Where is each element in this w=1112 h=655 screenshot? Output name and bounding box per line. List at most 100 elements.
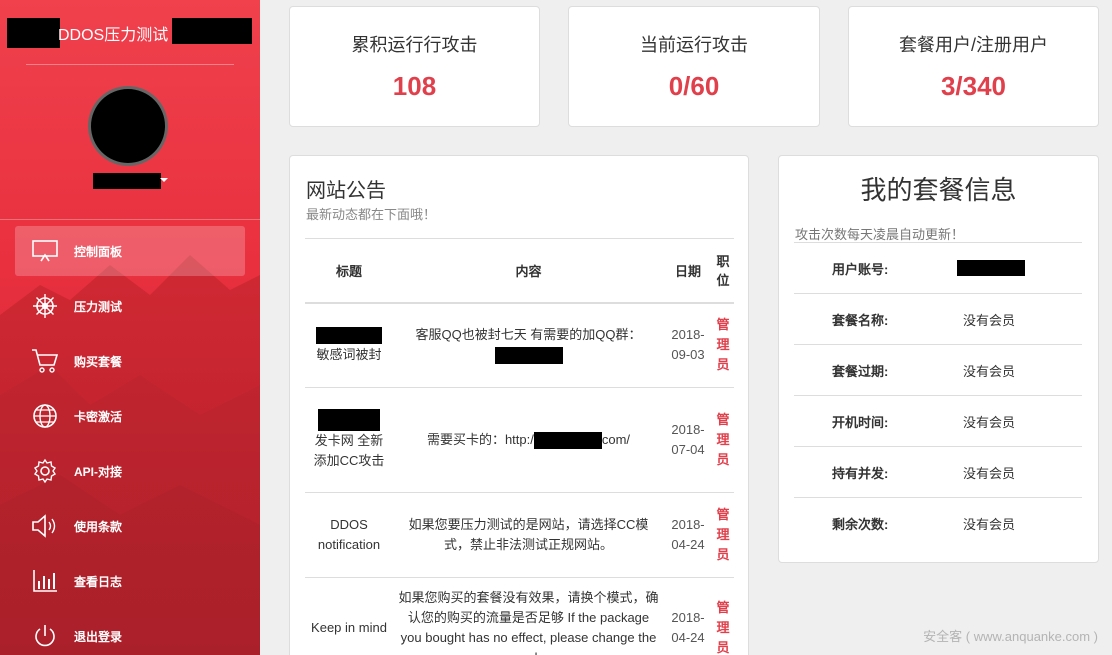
announcement-role: 管理员 — [712, 387, 734, 493]
table-row: Keep in mind 如果您购买的套餐没有效果，请换个模式，确认您的购买的流… — [305, 577, 734, 655]
stat-value: 3/340 — [940, 71, 1007, 101]
sidebar-item-buy-package[interactable]: 购买套餐 — [15, 336, 245, 386]
bar-chart-icon — [29, 565, 61, 597]
sidebar-item-label: 卡密激活 — [74, 409, 123, 424]
announcement-content-cell: 客服QQ也被封七天 有需要的加QQ群： — [393, 302, 664, 388]
brand-title: DDOS压力测试 — [58, 27, 169, 44]
package-row-name: 套餐名称: 没有会员 — [794, 293, 1082, 344]
stat-title: 套餐用户/注册用户 — [898, 35, 1048, 55]
announcement-date: 2018-04-24 — [664, 492, 712, 578]
package-row-expiry: 套餐过期: 没有会员 — [794, 344, 1082, 395]
panel-title: 网站公告 — [306, 180, 386, 202]
sidebar: DDOS压力测试 控制面板 压力测试 购买套餐 卡密激活 API-对接 使用条款… — [0, 0, 260, 655]
sidebar-item-label: 控制面板 — [74, 244, 123, 259]
divider — [26, 64, 234, 65]
redacted-block — [494, 347, 563, 365]
package-row-concurrency: 持有并发: 没有会员 — [794, 446, 1082, 497]
brand[interactable]: DDOS压力测试 — [0, 16, 260, 48]
redacted-block — [533, 432, 602, 450]
announcement-date: 2018-04-24 — [664, 577, 712, 655]
package-value: 没有会员 — [963, 414, 1016, 430]
announcement-role: 管理员 — [712, 577, 734, 655]
monitor-icon — [29, 235, 61, 267]
shopping-cart-icon — [29, 345, 61, 377]
announcement-table: 标题 内容 日期 职位 敏感词被封 客服QQ也被封七天 有需要的加QQ群： 20… — [305, 238, 734, 655]
package-row-account: 用户账号: — [794, 242, 1082, 293]
package-key: 开机时间: — [832, 414, 889, 430]
sidebar-item-logs[interactable]: 查看日志 — [15, 556, 245, 606]
package-value: 没有会员 — [963, 363, 1016, 379]
redacted-block — [318, 409, 380, 431]
column-header: 标题 — [305, 238, 393, 304]
avatar[interactable] — [88, 86, 168, 166]
package-note: 攻击次数每天凌晨自动更新！ — [795, 227, 965, 242]
announcement-content-cell: 需要买卡的：http:/ com/ — [393, 387, 664, 493]
sidebar-item-api[interactable]: API-对接 — [15, 446, 245, 496]
redacted-username[interactable] — [93, 173, 161, 189]
column-header: 内容 — [393, 238, 664, 304]
ship-wheel-icon — [29, 290, 61, 322]
sidebar-item-dashboard[interactable]: 控制面板 — [15, 226, 245, 276]
watermark: 安全客 ( www.anquanke.com ) — [923, 629, 1098, 644]
divider — [0, 219, 260, 220]
announcement-date: 2018-07-04 — [664, 387, 712, 493]
table-row: 敏感词被封 客服QQ也被封七天 有需要的加QQ群： 2018-09-03 管理员 — [305, 302, 734, 388]
package-key: 用户账号: — [832, 261, 889, 277]
announcement-title: Keep in mind — [305, 577, 393, 655]
table-header-row: 标题 内容 日期 职位 — [305, 238, 734, 304]
redacted-block — [172, 18, 252, 44]
sidebar-item-terms[interactable]: 使用条款 — [15, 501, 245, 551]
column-header: 职位 — [712, 238, 734, 304]
sidebar-item-label: 退出登录 — [74, 629, 123, 644]
sidebar-item-logout[interactable]: 退出登录 — [15, 611, 245, 655]
panel-title: 我的套餐信息 — [860, 175, 1017, 205]
announcement-title-cell: 发卡网 全新添加CC攻击 — [305, 387, 393, 493]
announcement-date: 2018-09-03 — [664, 302, 712, 388]
stat-value: 0/60 — [668, 71, 720, 101]
package-panel: 我的套餐信息 攻击次数每天凌晨自动更新！ 用户账号: 套餐名称: 没有会员 套餐… — [778, 155, 1099, 563]
announcement-content: 如果您购买的套餐没有效果，请换个模式，确认您的购买的流量是否足够 If the … — [393, 577, 664, 655]
announcement-panel: 网站公告 最新动态都在下面哦！ 标题 内容 日期 职位 敏感词被封 客服QQ也被… — [289, 155, 749, 655]
package-key: 套餐过期: — [832, 363, 889, 379]
stat-title: 当前运行攻击 — [640, 35, 748, 55]
speaker-icon — [29, 510, 61, 542]
package-value: 没有会员 — [963, 312, 1016, 328]
announcement-title-cell: 敏感词被封 — [305, 302, 393, 388]
package-value: 没有会员 — [963, 516, 1016, 532]
sidebar-item-stress-test[interactable]: 压力测试 — [15, 281, 245, 331]
power-icon — [29, 620, 61, 652]
stat-card-users: 套餐用户/注册用户 3/340 — [848, 6, 1099, 127]
table-row: DDOS notification 如果您要压力测试的是网站，请选择CC模式，禁… — [305, 492, 734, 578]
package-key: 持有并发: — [832, 465, 889, 481]
package-row-remaining: 剩余次数: 没有会员 — [794, 497, 1082, 548]
sidebar-item-label: 查看日志 — [74, 574, 123, 589]
package-key: 剩余次数: — [832, 516, 889, 532]
stat-value: 108 — [392, 71, 437, 101]
redacted-block — [957, 260, 1025, 276]
announcement-content: 如果您要压力测试的是网站，请选择CC模式，禁止非法测试正规网站。 — [393, 492, 664, 578]
gear-icon — [29, 455, 61, 487]
announcement-content: 需要买卡的：http:/ — [426, 432, 534, 447]
redacted-block — [7, 18, 60, 48]
announcement-title: DDOS notification — [305, 492, 393, 578]
sidebar-item-label: 压力测试 — [74, 299, 123, 314]
table-row: 发卡网 全新添加CC攻击 需要买卡的：http:/ com/ 2018-07-04… — [305, 387, 734, 493]
panel-subtitle: 最新动态都在下面哦！ — [306, 207, 437, 222]
package-row-boot-time: 开机时间: 没有会员 — [794, 395, 1082, 446]
announcement-role: 管理员 — [712, 302, 734, 388]
redacted-block — [316, 327, 382, 345]
stat-card-total-attacks: 累积运行行攻击 108 — [289, 6, 540, 127]
sidebar-item-label: 购买套餐 — [74, 354, 123, 369]
announcement-role: 管理员 — [712, 492, 734, 578]
announcement-title: 敏感词被封 — [316, 347, 382, 363]
chevron-down-icon[interactable] — [160, 178, 168, 182]
globe-icon — [29, 400, 61, 432]
stat-title: 累积运行行攻击 — [351, 35, 478, 55]
announcement-content-suffix: com/ — [601, 432, 631, 447]
announcement-content: 客服QQ也被封七天 有需要的加QQ群： — [415, 327, 642, 343]
sidebar-item-label: API-对接 — [74, 464, 123, 479]
stat-card-running-attacks: 当前运行攻击 0/60 — [568, 6, 820, 127]
sidebar-item-card-activation[interactable]: 卡密激活 — [15, 391, 245, 441]
package-value: 没有会员 — [963, 465, 1016, 481]
announcement-title: 发卡网 全新添加CC攻击 — [313, 433, 385, 468]
